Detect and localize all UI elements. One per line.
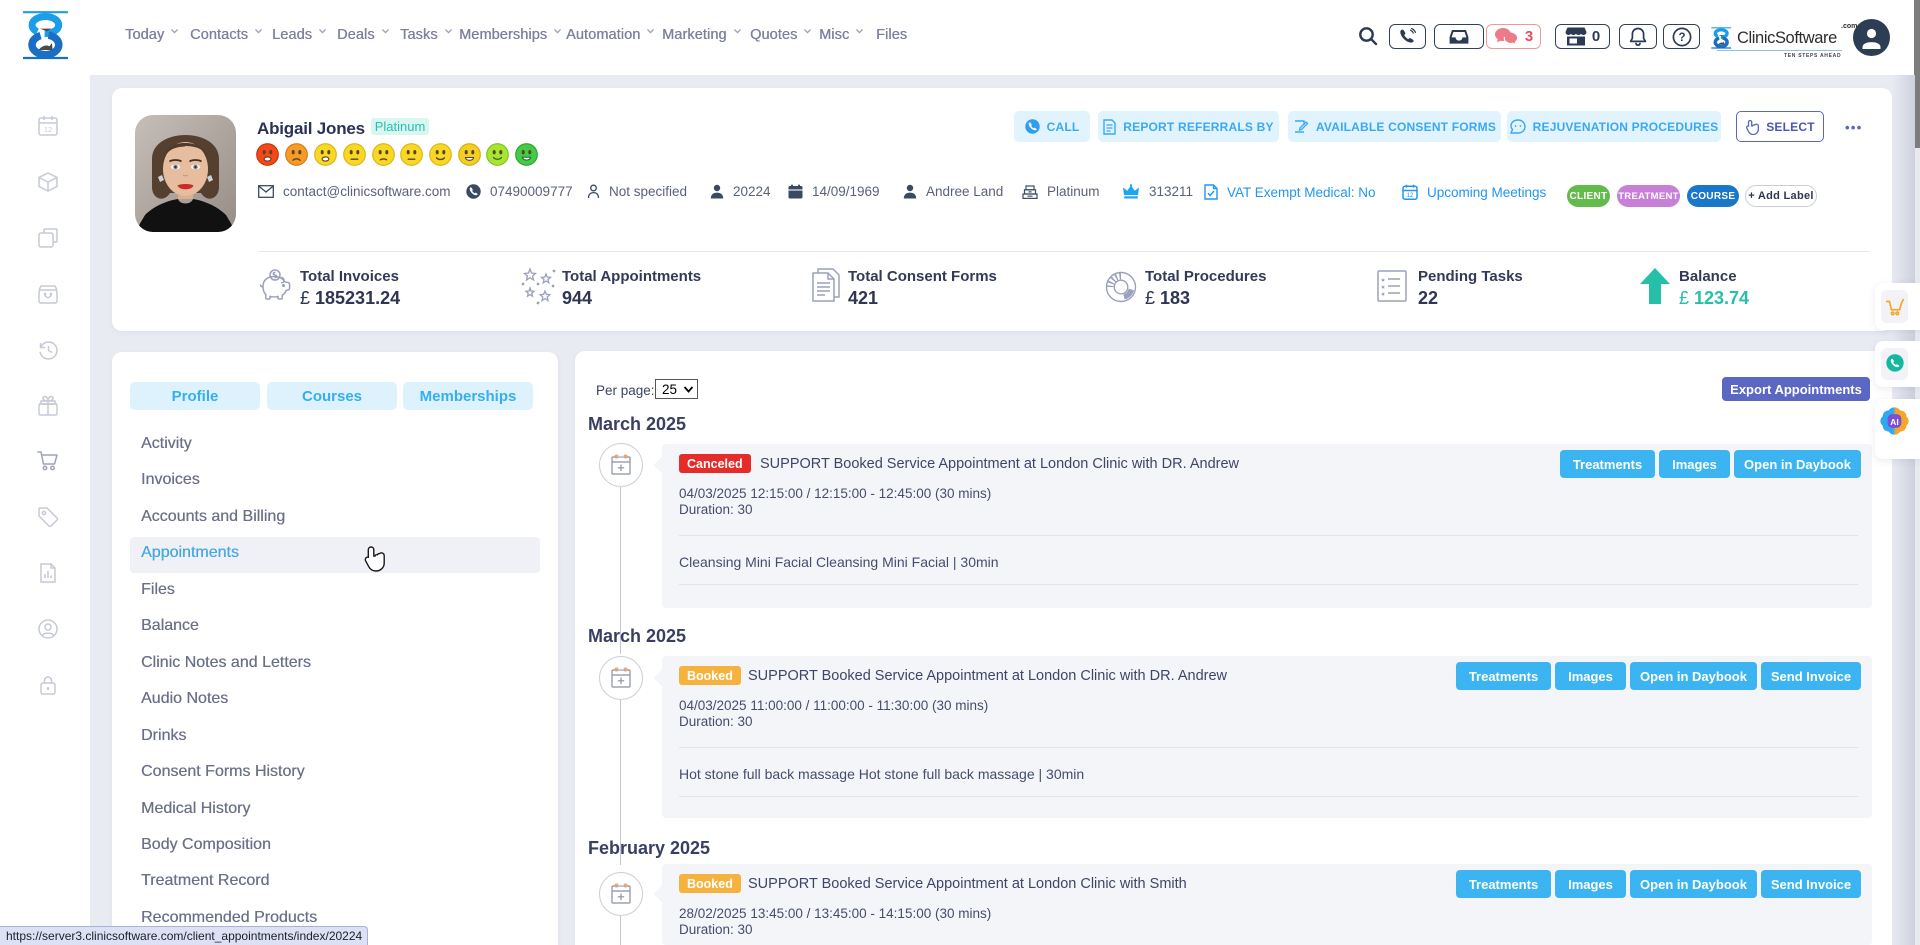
svg-text:12: 12 <box>44 125 52 134</box>
svg-text:?: ? <box>1678 32 1685 44</box>
svg-text:12: 12 <box>1407 193 1414 199</box>
svg-text:AI: AI <box>1890 417 1899 427</box>
